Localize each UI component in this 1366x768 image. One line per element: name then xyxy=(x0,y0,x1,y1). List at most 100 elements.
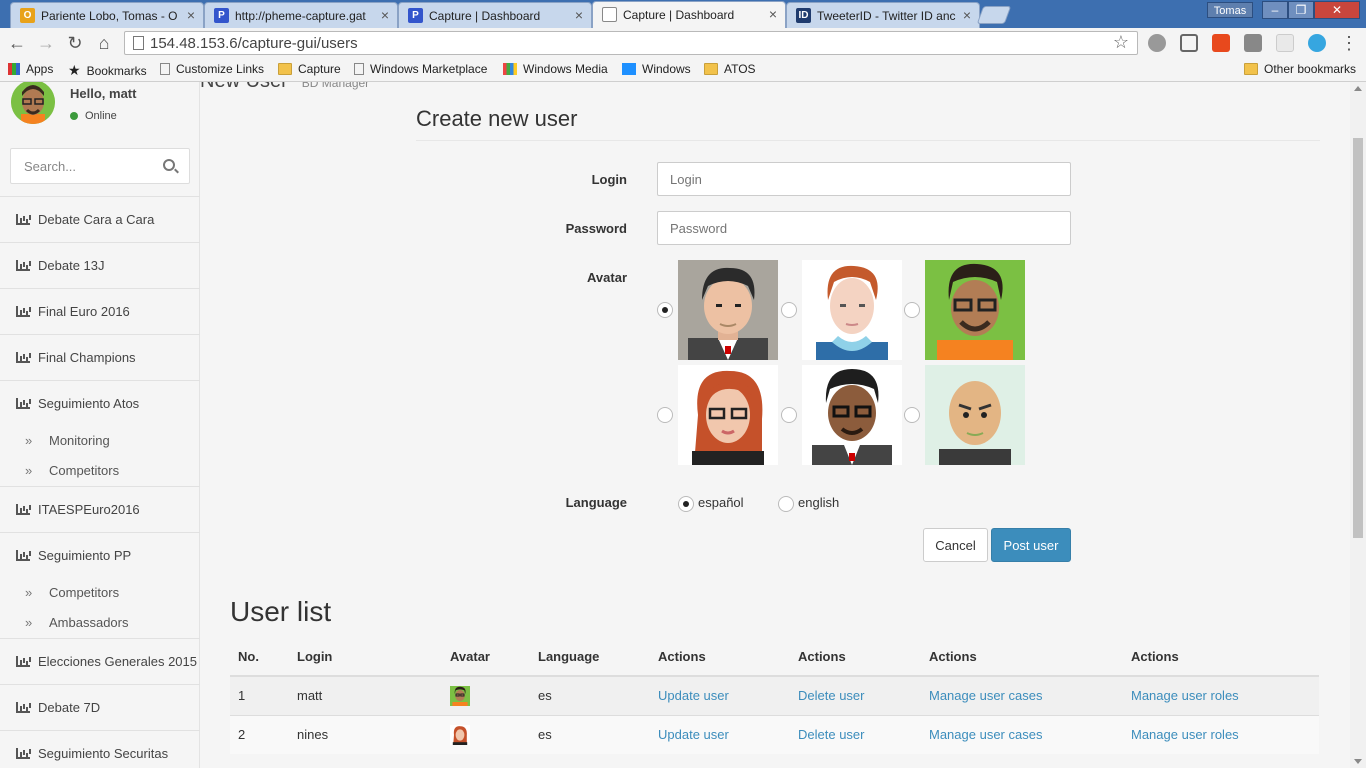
language-option-english[interactable]: english xyxy=(798,495,839,510)
star-icon: ★ xyxy=(68,62,81,78)
bookmark-label: Customize Links xyxy=(176,62,265,76)
close-tab-icon[interactable]: × xyxy=(575,7,583,23)
sidebar-item-seguimiento-atos[interactable]: Seguimiento Atos xyxy=(0,380,200,426)
close-tab-icon[interactable]: × xyxy=(187,7,195,23)
home-icon[interactable]: ⌂ xyxy=(93,32,115,54)
other-bookmarks[interactable]: Other bookmarks xyxy=(1244,62,1356,76)
sidebar-item-seguimiento-pp[interactable]: Seguimiento PP xyxy=(0,532,200,578)
language-radio-espanol[interactable] xyxy=(678,496,694,512)
bookmark-windows-media[interactable]: Windows Media xyxy=(503,62,608,76)
post-user-button[interactable]: Post user xyxy=(991,528,1071,562)
cell-login: matt xyxy=(289,675,442,715)
bald-man-avatar[interactable] xyxy=(925,365,1025,465)
bookmark-atos[interactable]: ATOS xyxy=(704,62,756,76)
scroll-down-icon[interactable] xyxy=(1354,759,1362,764)
sidebar-subitem-monitoring[interactable]: » Monitoring xyxy=(0,425,200,455)
extension-icon[interactable] xyxy=(1148,34,1166,52)
sidebar-item-debate-cara-a-cara[interactable]: Debate Cara a Cara xyxy=(0,196,200,242)
sidebar-search[interactable]: Search... xyxy=(10,148,190,184)
sidebar: Hello, matt Online Search... Debate Cara… xyxy=(0,82,200,768)
minimize-icon[interactable]: – xyxy=(1262,1,1288,19)
window-user-badge[interactable]: Tomas xyxy=(1207,2,1253,18)
scrollbar-thumb[interactable] xyxy=(1353,138,1363,538)
avatar-radio-4[interactable] xyxy=(657,407,673,423)
maximize-icon[interactable]: ❐ xyxy=(1288,1,1314,19)
address-bar[interactable]: 154.48.153.6/capture-gui/users ☆ xyxy=(124,31,1138,55)
apps-icon xyxy=(8,63,20,75)
close-tab-icon[interactable]: × xyxy=(963,7,971,23)
browser-tab[interactable]: P http://pheme-capture.gat × xyxy=(204,2,398,28)
manage-user-cases-link[interactable]: Manage user cases xyxy=(929,727,1042,742)
avatar-radio-1[interactable] xyxy=(657,302,673,318)
redhead-woman-avatar[interactable] xyxy=(678,365,778,465)
sidebar-item-label: Debate 13J xyxy=(38,258,105,273)
bookmarks-bar: Apps ★ Bookmarks Customize Links Capture … xyxy=(0,58,1366,82)
capture-icon: P xyxy=(214,8,229,23)
bookmark-customize-links[interactable]: Customize Links xyxy=(160,62,264,76)
sidebar-item-elecciones-generales-2015[interactable]: Elecciones Generales 2015 xyxy=(0,638,200,684)
extension-icon[interactable] xyxy=(1244,34,1262,52)
browser-tab[interactable]: P Capture | Dashboard × xyxy=(398,2,592,28)
close-tab-icon[interactable]: × xyxy=(381,7,389,23)
sidebar-subitem-ambassadors[interactable]: » Ambassadors xyxy=(0,607,200,637)
man-suit-avatar[interactable] xyxy=(678,260,778,360)
bookmark-capture[interactable]: Capture xyxy=(278,62,341,76)
col-header-actions: Actions xyxy=(1123,638,1319,677)
browser-tab[interactable]: ID TweeterID - Twitter ID anc × xyxy=(786,2,980,28)
avatar-radio-5[interactable] xyxy=(781,407,797,423)
menu-icon[interactable]: ⋮ xyxy=(1338,32,1360,54)
search-icon[interactable] xyxy=(163,159,175,171)
delete-user-link[interactable]: Delete user xyxy=(798,727,864,742)
manage-user-roles-link[interactable]: Manage user roles xyxy=(1131,688,1239,703)
sidebar-item-debate-13j[interactable]: Debate 13J xyxy=(0,242,200,288)
login-field[interactable] xyxy=(657,162,1071,196)
back-icon[interactable]: ← xyxy=(6,32,28,54)
avatar-radio-2[interactable] xyxy=(781,302,797,318)
page-scrollbar[interactable] xyxy=(1350,82,1366,768)
browser-tab[interactable]: O Pariente Lobo, Tomas - O × xyxy=(10,2,204,28)
forward-icon[interactable]: → xyxy=(35,32,57,54)
windows-icon xyxy=(503,63,517,75)
sidebar-item-seguimiento-securitas[interactable]: Seguimiento Securitas xyxy=(0,730,200,768)
extension-icon[interactable] xyxy=(1276,34,1294,52)
password-field[interactable] xyxy=(657,211,1071,245)
sidebar-subitem-competitors[interactable]: » Competitors xyxy=(0,577,200,607)
redhead-man-avatar[interactable] xyxy=(802,260,902,360)
sidebar-item-label: Seguimiento Atos xyxy=(38,396,140,411)
search-input[interactable]: Search... xyxy=(24,159,76,174)
sidebar-item-debate-7d[interactable]: Debate 7D xyxy=(0,684,200,730)
close-tab-icon[interactable]: × xyxy=(769,6,777,22)
glasses-beard-avatar[interactable] xyxy=(925,260,1025,360)
extension-icon[interactable] xyxy=(1308,34,1326,52)
office-icon[interactable] xyxy=(1212,34,1230,52)
update-user-link[interactable]: Update user xyxy=(658,727,729,742)
dark-man-glasses-avatar[interactable] xyxy=(802,365,902,465)
bar-chart-icon xyxy=(16,550,30,561)
avatar-label: Avatar xyxy=(587,270,627,285)
language-radio-english[interactable] xyxy=(778,496,794,512)
manage-user-roles-link[interactable]: Manage user roles xyxy=(1131,727,1239,742)
delete-user-link[interactable]: Delete user xyxy=(798,688,864,703)
cancel-button[interactable]: Cancel xyxy=(923,528,988,562)
browser-tab-active[interactable]: Capture | Dashboard × xyxy=(592,1,786,28)
manage-user-cases-link[interactable]: Manage user cases xyxy=(929,688,1042,703)
sidebar-item-itaespeuro2016[interactable]: ITAESPEuro2016 xyxy=(0,486,200,532)
reload-icon[interactable]: ↻ xyxy=(64,32,86,54)
bookmark-apps[interactable]: Apps xyxy=(8,62,53,76)
sidebar-item-final-champions[interactable]: Final Champions xyxy=(0,334,200,380)
bookmark-windows-marketplace[interactable]: Windows Marketplace xyxy=(354,62,487,76)
bookmark-star-icon[interactable]: ☆ xyxy=(1113,32,1129,53)
scroll-up-icon[interactable] xyxy=(1354,86,1362,91)
cast-icon[interactable] xyxy=(1180,34,1198,52)
language-option-espanol[interactable]: español xyxy=(698,495,744,510)
avatar-radio-3[interactable] xyxy=(904,302,920,318)
new-tab-button[interactable] xyxy=(976,6,1012,24)
bookmark-bookmarks[interactable]: ★ Bookmarks xyxy=(68,62,147,79)
avatar-radio-6[interactable] xyxy=(904,407,920,423)
sidebar-item-final-euro-2016[interactable]: Final Euro 2016 xyxy=(0,288,200,334)
sidebar-item-label: Elecciones Generales 2015 xyxy=(38,654,197,669)
close-window-icon[interactable]: ✕ xyxy=(1314,1,1360,19)
update-user-link[interactable]: Update user xyxy=(658,688,729,703)
sidebar-subitem-competitors[interactable]: » Competitors xyxy=(0,455,200,485)
bookmark-windows[interactable]: Windows xyxy=(622,62,691,76)
